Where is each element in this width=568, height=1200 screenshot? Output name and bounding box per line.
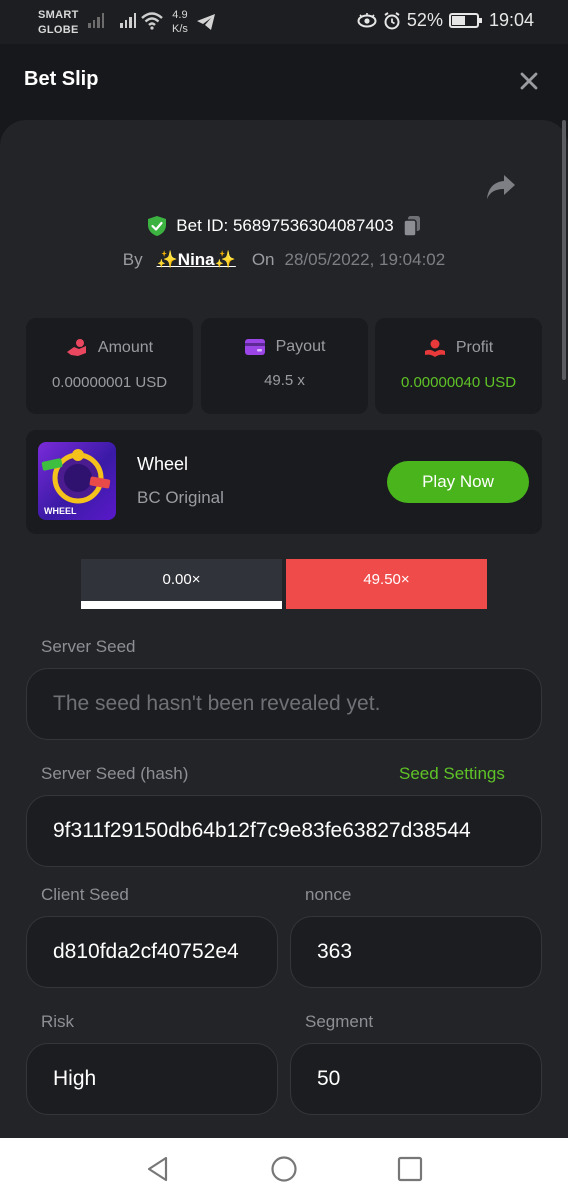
stat-value: 0.00000001 USD xyxy=(51,374,168,391)
page-title: Bet Slip xyxy=(24,68,99,90)
result-segment-high: 49.50× xyxy=(286,559,487,609)
game-name: Wheel xyxy=(137,454,189,474)
game-card: WHEEL Wheel BC Original Play Now xyxy=(26,430,542,534)
stat-payout: Payout 49.5 x xyxy=(201,318,368,414)
server-hash-field[interactable]: 9f311f29150db64b12f7c9e83fe63827d38544 xyxy=(26,795,542,867)
amount-icon xyxy=(66,339,86,356)
client-seed-field[interactable]: d810fda2cf40752e4 xyxy=(26,916,278,988)
carrier-name: SMART GLOBE xyxy=(38,9,79,36)
stat-amount: Amount 0.00000001 USD xyxy=(26,318,193,414)
telegram-icon xyxy=(197,14,215,30)
stat-label: Profit xyxy=(455,339,494,356)
wallet-icon xyxy=(244,339,265,355)
bet-id: Bet ID: 56897536304087403 xyxy=(176,216,394,235)
recents-icon[interactable] xyxy=(396,1155,424,1183)
signal-icon xyxy=(120,12,136,28)
seed-settings-link[interactable]: Seed Settings xyxy=(399,764,505,784)
stat-profit: Profit 0.00000040 USD xyxy=(375,318,542,414)
on-label: On xyxy=(251,250,275,269)
server-hash-label: Server Seed (hash) xyxy=(41,764,189,783)
stat-value: 0.00000040 USD xyxy=(400,374,517,391)
risk-field[interactable]: High xyxy=(26,1043,278,1115)
stat-label: Amount xyxy=(97,339,154,356)
risk-label: Risk xyxy=(41,1012,75,1031)
server-seed-label: Server Seed xyxy=(41,637,136,656)
username-link[interactable]: ✨Nina✨ xyxy=(157,250,236,270)
bet-meta-row: By ✨Nina✨ On 28/05/2022, 19:04:02 xyxy=(0,248,568,272)
nonce-field[interactable]: 363 xyxy=(290,916,542,988)
bet-id-row: Bet ID: 56897536304087403 xyxy=(0,212,568,240)
bet-date: 28/05/2022, 19:04:02 xyxy=(284,250,446,269)
eye-icon xyxy=(357,12,377,27)
signal-icon xyxy=(88,12,104,28)
result-high-value: 49.50× xyxy=(363,571,410,588)
copy-icon[interactable] xyxy=(402,215,422,237)
network-speed: 4.9 K/s xyxy=(172,9,188,35)
game-thumb-label: WHEEL xyxy=(44,506,77,516)
segment-field[interactable]: 50 xyxy=(290,1043,542,1115)
share-icon[interactable] xyxy=(484,172,518,202)
battery-percent: 52% xyxy=(406,10,443,30)
stat-value: 49.5 x xyxy=(264,372,305,389)
nonce-label: nonce xyxy=(305,885,352,904)
client-seed-label: Client Seed xyxy=(41,885,129,904)
result-low-value: 0.00× xyxy=(162,571,201,588)
segment-label: Segment xyxy=(305,1012,374,1031)
clock: 19:04 xyxy=(488,10,534,30)
close-icon[interactable] xyxy=(514,66,544,96)
selected-indicator xyxy=(81,601,282,609)
by-label: By xyxy=(122,250,143,269)
wifi-icon xyxy=(141,12,163,30)
play-now-button[interactable]: Play Now xyxy=(387,461,529,503)
game-thumbnail[interactable]: WHEEL xyxy=(38,442,116,520)
shield-check-icon xyxy=(148,216,167,236)
home-icon[interactable] xyxy=(270,1155,298,1183)
system-nav-bar xyxy=(0,1138,568,1200)
back-icon[interactable] xyxy=(144,1155,172,1183)
stat-label: Payout xyxy=(275,338,326,355)
battery-icon xyxy=(448,13,482,28)
alarm-icon xyxy=(384,11,400,29)
result-segment-low: 0.00× xyxy=(81,559,282,609)
game-subtitle: BC Original xyxy=(137,488,224,507)
status-bar: SMART GLOBE 4.9 K/s 52% 19:04 xyxy=(0,0,568,44)
server-seed-field[interactable]: The seed hasn't been revealed yet. xyxy=(26,668,542,740)
profit-icon xyxy=(424,339,445,357)
